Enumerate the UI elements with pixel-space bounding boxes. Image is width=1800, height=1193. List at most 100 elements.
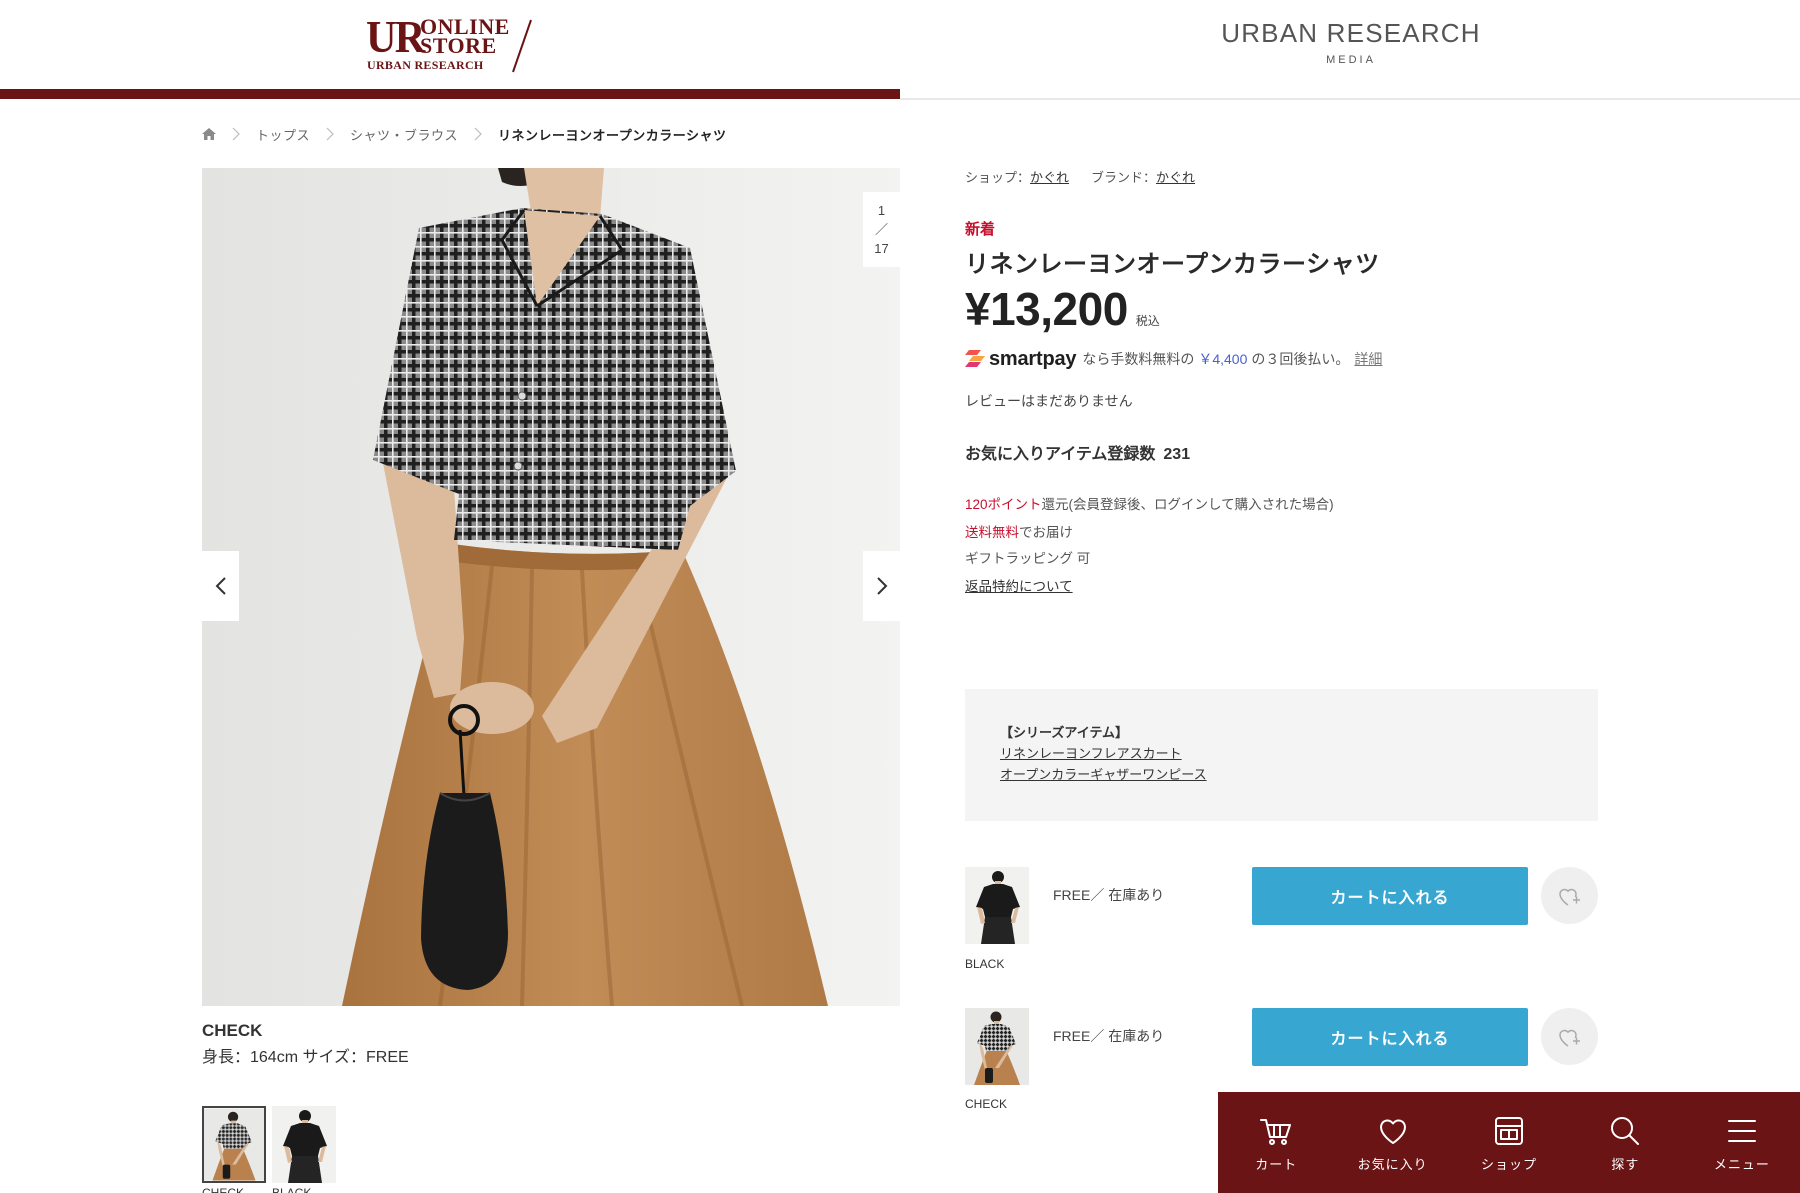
sku-color-label: CHECK: [965, 1097, 1008, 1111]
tax-label: 税込: [1135, 314, 1160, 328]
store-logo[interactable]: UR ONLINE STORE URBAN RESEARCH: [362, 14, 542, 78]
nav-favorites-label: お気に入り: [1357, 1157, 1428, 1172]
shop-label: ショップ：: [965, 170, 1031, 185]
favorite-count-row: お気に入りアイテム登録数 231: [965, 444, 1190, 466]
gallery-thumbnail-check[interactable]: [202, 1106, 266, 1183]
sku-stock-status: FREE／ 在庫あり: [1053, 887, 1165, 903]
header-divider: [900, 98, 1800, 100]
shipping-info: 送料無料でお届け: [965, 524, 1073, 542]
price-row: ¥13,200 税込: [965, 284, 1160, 334]
points-info: 120ポイント還元(会員登録後、ログインして購入された場合): [965, 496, 1334, 514]
gallery-thumbnail-label: BLACK: [272, 1187, 311, 1193]
thumbnail-image: [204, 1108, 264, 1181]
smartpay-icon: [965, 350, 985, 367]
sku-thumbnail-check[interactable]: [965, 1008, 1029, 1085]
image-counter: 1 ／ 17: [863, 192, 900, 267]
add-favorite-button[interactable]: [1541, 867, 1598, 924]
logo-slash: [512, 19, 532, 73]
breadcrumb-tops[interactable]: トップス: [256, 125, 310, 144]
sku-thumbnail-black[interactable]: [965, 867, 1029, 944]
gallery-thumbnail-black[interactable]: [272, 1106, 336, 1183]
shop-brand-line: ショップ：かぐれ ブランド：かぐれ: [965, 169, 1195, 187]
shipping-text: でお届け: [1019, 525, 1073, 540]
heart-plus-icon: [1558, 1029, 1580, 1047]
returns-link[interactable]: 返品特約について: [965, 578, 1073, 596]
series-box: 【シリーズアイテム】 リネンレーヨンフレアスカート オープンカラーギャザーワンピ…: [965, 689, 1598, 821]
nav-shop[interactable]: ショップ: [1451, 1092, 1567, 1193]
brand-label: ブランド：: [1091, 170, 1157, 185]
price: ¥13,200: [965, 283, 1128, 335]
image-counter-current: 1: [877, 203, 886, 218]
chevron-left-icon: [215, 577, 226, 595]
store-logo-subtitle: URBAN RESEARCH: [367, 58, 484, 72]
favorite-count-label: お気に入りアイテム登録数: [965, 446, 1156, 463]
points-highlight: 120ポイント: [965, 497, 1042, 512]
home-icon[interactable]: [202, 128, 216, 140]
nav-search[interactable]: 探す: [1567, 1092, 1683, 1193]
product-page: UR ONLINE STORE URBAN RESEARCH URBAN RES…: [0, 0, 1800, 1193]
brand-link[interactable]: かぐれ: [1156, 170, 1195, 185]
shop-link[interactable]: かぐれ: [1030, 170, 1069, 185]
menu-icon: [1727, 1120, 1756, 1142]
smartpay-text-after: の３回後払い。: [1251, 351, 1350, 367]
add-favorite-button[interactable]: [1541, 1008, 1598, 1065]
series-link[interactable]: オープンカラーギャザーワンピース: [1000, 766, 1207, 784]
breadcrumb-shirts[interactable]: シャツ・ブラウス: [350, 125, 458, 144]
image-caption-model-info: 身長：164cm サイズ：FREE: [202, 1049, 409, 1066]
breadcrumb: トップス シャツ・ブラウス リネンレーヨンオープンカラーシャツ: [202, 124, 727, 144]
gallery-next-button[interactable]: [863, 551, 900, 621]
image-counter-total: 17: [874, 241, 889, 256]
add-to-cart-button[interactable]: カートに入れる: [1252, 1008, 1528, 1066]
nav-cart[interactable]: カート: [1218, 1092, 1334, 1193]
points-text: 還元(会員登録後、ログインして購入された場合): [1041, 497, 1334, 512]
thumbnail-image: [272, 1106, 336, 1183]
heart-icon: [1379, 1119, 1406, 1144]
nav-favorites[interactable]: お気に入り: [1334, 1092, 1450, 1193]
sku-stock-status: FREE／ 在庫あり: [1053, 1028, 1165, 1044]
shipping-highlight: 送料無料: [965, 525, 1019, 540]
product-photo: [202, 168, 900, 1006]
series-heading: 【シリーズアイテム】: [1000, 725, 1129, 740]
chevron-right-icon: [474, 127, 482, 141]
sku-color-label: BLACK: [965, 957, 1005, 971]
nav-menu-label: メニュー: [1713, 1157, 1770, 1172]
image-counter-separator: ／: [874, 222, 888, 237]
header-accent-bar: [0, 89, 900, 99]
gift-info: ギフトラッピング 可: [965, 551, 1091, 566]
shop-icon: [1495, 1117, 1524, 1145]
chevron-right-icon: [326, 127, 334, 141]
cart-icon: [1260, 1119, 1292, 1145]
chevron-right-icon: [232, 127, 240, 141]
store-logo-mark: UR: [366, 11, 425, 62]
smartpay-detail-link[interactable]: 詳細: [1354, 349, 1382, 369]
media-logo[interactable]: URBAN RESEARCH MEDIA: [1200, 18, 1502, 67]
nav-menu[interactable]: メニュー: [1684, 1092, 1800, 1193]
new-badge: 新着: [965, 221, 996, 238]
nav-cart-label: カート: [1255, 1157, 1298, 1172]
chevron-right-icon: [876, 577, 887, 595]
bottom-nav: カート お気に入り ショップ 探す メニュー: [1218, 1092, 1800, 1193]
nav-shop-label: ショップ: [1481, 1157, 1538, 1172]
store-logo-store: STORE: [420, 33, 497, 58]
image-caption-color: CHECK: [202, 1021, 263, 1040]
search-icon: [1611, 1117, 1640, 1145]
smartpay-logo: smartpay: [989, 347, 1077, 370]
heart-plus-icon: [1558, 888, 1580, 906]
series-link[interactable]: リネンレーヨンフレアスカート: [1000, 745, 1182, 763]
nav-search-label: 探す: [1611, 1157, 1640, 1172]
smartpay-text: なら手数料無料の: [1082, 351, 1195, 367]
favorite-count: 231: [1163, 446, 1191, 463]
sku-image: [965, 1008, 1029, 1085]
smartpay-info: smartpay なら手数料無料の ￥4,400 の３回後払い。 詳細: [965, 347, 1382, 371]
add-to-cart-button[interactable]: カートに入れる: [1252, 867, 1528, 925]
sku-image: [965, 867, 1029, 944]
gallery-thumbnail-label: CHECK: [202, 1187, 244, 1193]
product-main-image[interactable]: [202, 168, 900, 1006]
media-logo-title: URBAN RESEARCH: [1221, 18, 1481, 48]
product-title: リネンレーヨンオープンカラーシャツ: [965, 251, 1380, 278]
gallery-prev-button[interactable]: [202, 551, 239, 621]
media-logo-sub: MEDIA: [1326, 54, 1376, 66]
breadcrumb-current: リネンレーヨンオープンカラーシャツ: [498, 127, 727, 143]
review-status: レビューはまだありません: [965, 393, 1133, 409]
smartpay-amount: ￥4,400: [1198, 351, 1248, 367]
